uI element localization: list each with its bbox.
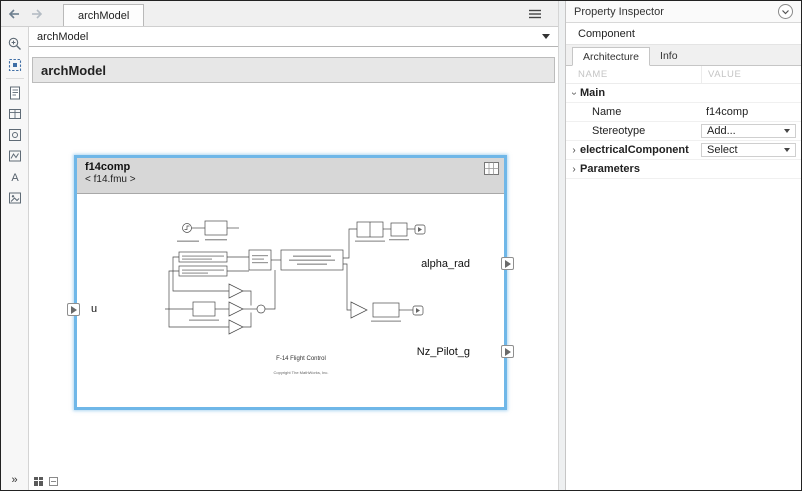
forward-button[interactable]: [27, 4, 47, 24]
chevron-down-icon: [781, 8, 790, 16]
breadcrumb-bar[interactable]: archModel: [29, 27, 558, 47]
component-type-label: < f14.fmu >: [85, 174, 496, 185]
editor-content: A » archModel: [1, 27, 558, 490]
app-window: archModel: [0, 0, 802, 491]
table-icon: [7, 106, 23, 122]
component-name: f14comp: [85, 161, 496, 173]
legend-icon[interactable]: [48, 476, 59, 487]
diagram-canvas[interactable]: archModel f14comp < f14.fmu >: [29, 47, 558, 490]
text-annotation-button[interactable]: A: [4, 166, 26, 187]
f14-model-preview: F-14 Flight Control Copyright The MathWo…: [165, 214, 437, 392]
fit-to-view-icon: [7, 57, 23, 73]
canvas-title-bar: archModel: [32, 57, 555, 83]
chevron-collapsed-icon[interactable]: ›: [568, 145, 580, 156]
annotation-button[interactable]: [4, 82, 26, 103]
stereotype-dropdown[interactable]: Add...: [701, 124, 796, 138]
section-label-parameters: Parameters: [580, 163, 640, 175]
panel-splitter[interactable]: [558, 1, 566, 490]
fmu-badge-icon: [484, 162, 499, 180]
section-label-electrical: electricalComponent: [580, 144, 689, 156]
zoom-in-icon: [7, 36, 23, 52]
fit-to-view-button[interactable]: [4, 54, 26, 75]
inspector-header: Property Inspector: [566, 1, 801, 23]
diagram-copyright: Copyright The MathWorks, Inc.: [274, 370, 329, 375]
canvas-badges: [33, 476, 59, 487]
toolbar-separator: [6, 78, 24, 79]
inspector-title: Property Inspector: [574, 6, 664, 18]
model-editor: archModel archModel f14comp < f14.fmu >: [29, 27, 558, 490]
column-header-value: VALUE: [701, 66, 801, 83]
section-row-main[interactable]: › Main: [566, 84, 801, 103]
table-button[interactable]: [4, 103, 26, 124]
column-header-name: NAME: [566, 66, 701, 83]
inspector-collapse-button[interactable]: [778, 4, 793, 19]
back-arrow-icon: [6, 6, 22, 22]
output-port-label-nz: Nz_Pilot_g: [417, 346, 470, 358]
component-f14comp[interactable]: f14comp < f14.fmu >: [74, 155, 507, 410]
document-tab-bar: archModel: [1, 1, 558, 27]
property-inspector-panel: Property Inspector Component Architectur…: [566, 1, 801, 490]
breadcrumb-text: archModel: [37, 31, 88, 43]
tab-archmodel[interactable]: archModel: [63, 4, 144, 26]
inspected-object-row: Component: [566, 23, 801, 45]
forward-arrow-icon: [29, 6, 45, 22]
chevron-expanded-icon[interactable]: ›: [569, 87, 580, 99]
stereotype-dropdown-value: Add...: [707, 125, 736, 137]
tab-list-button[interactable]: [526, 6, 544, 22]
tab-label: archModel: [78, 10, 129, 22]
property-label-name: Name: [592, 106, 621, 118]
output-port-icon-alpha[interactable]: [501, 257, 514, 270]
property-value-name[interactable]: f14comp: [701, 105, 796, 119]
toolbar-expand-button[interactable]: »: [11, 474, 17, 486]
text-icon: A: [7, 169, 23, 185]
annotation-icon: [7, 85, 23, 101]
zoom-in-button[interactable]: [4, 33, 26, 54]
viewpoint-icon: [7, 127, 23, 143]
inspector-tabs: Architecture Info: [566, 45, 801, 66]
back-button[interactable]: [4, 4, 24, 24]
diagram-caption: F-14 Flight Control: [276, 356, 326, 362]
viewpoint-button[interactable]: [4, 124, 26, 145]
canvas-title-text: archModel: [41, 63, 106, 78]
component-header[interactable]: f14comp < f14.fmu >: [77, 158, 504, 194]
inspector-empty-area: [566, 179, 801, 490]
palette-toolbar: A »: [1, 27, 29, 490]
electrical-dropdown-value: Select: [707, 144, 738, 156]
property-label-stereotype: Stereotype: [592, 125, 645, 137]
dropdown-caret-icon: [784, 148, 790, 152]
dropdown-caret-icon: [784, 129, 790, 133]
inspected-object-label: Component: [578, 28, 635, 40]
section-row-electrical-component[interactable]: › electricalComponent Select: [566, 141, 801, 160]
section-label-main: Main: [580, 87, 605, 99]
chevron-collapsed-icon[interactable]: ›: [568, 164, 580, 175]
image-icon: [7, 190, 23, 206]
output-port-label-alpha: alpha_rad: [421, 258, 470, 270]
section-row-parameters[interactable]: › Parameters: [566, 160, 801, 179]
output-port-icon-nz[interactable]: [501, 345, 514, 358]
scope-icon: [7, 148, 23, 164]
property-row-name[interactable]: Name f14comp: [566, 103, 801, 122]
input-port-icon[interactable]: [67, 303, 80, 316]
editor-area: archModel: [1, 1, 558, 490]
property-grid-header: NAME VALUE: [566, 66, 801, 84]
electrical-dropdown[interactable]: Select: [701, 143, 796, 157]
property-row-stereotype[interactable]: Stereotype Add...: [566, 122, 801, 141]
tab-list-icon: [528, 8, 542, 20]
model-data-icon[interactable]: [33, 476, 44, 487]
image-annotation-button[interactable]: [4, 187, 26, 208]
svg-text:A: A: [11, 172, 19, 184]
scope-button[interactable]: [4, 145, 26, 166]
breadcrumb-dropdown-icon[interactable]: [542, 34, 550, 39]
tab-architecture[interactable]: Architecture: [572, 47, 650, 66]
tab-info[interactable]: Info: [650, 46, 688, 65]
input-port-label: u: [91, 303, 97, 315]
